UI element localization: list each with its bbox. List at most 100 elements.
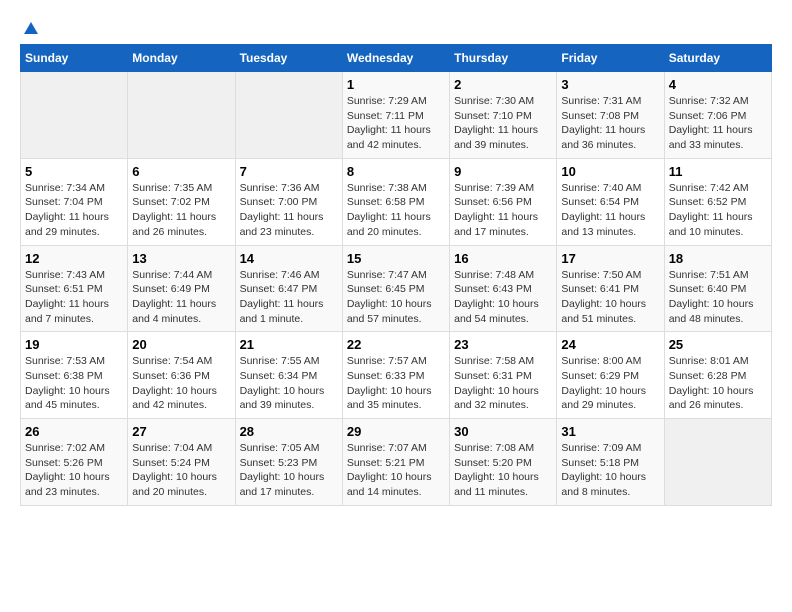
- day-info: Sunrise: 7:31 AM Sunset: 7:08 PM Dayligh…: [561, 94, 659, 153]
- day-number: 15: [347, 251, 445, 266]
- calendar-week-row: 1 Sunrise: 7:29 AM Sunset: 7:11 PM Daylig…: [21, 72, 772, 159]
- day-number: 2: [454, 77, 552, 92]
- calendar-day-cell: 19Sunrise: 7:53 AM Sunset: 6:38 PM Dayli…: [21, 332, 128, 419]
- day-number: 3: [561, 77, 659, 92]
- calendar-day-cell: 26 Sunrise: 7:02 AM Sunset: 5:26 PM Dayli…: [21, 419, 128, 506]
- calendar-day-cell: 14Sunrise: 7:46 AM Sunset: 6:47 PM Dayli…: [235, 245, 342, 332]
- day-number: 10: [561, 164, 659, 179]
- weekday-header-row: SundayMondayTuesdayWednesdayThursdayFrid…: [21, 45, 772, 72]
- calendar-week-row: 19Sunrise: 7:53 AM Sunset: 6:38 PM Dayli…: [21, 332, 772, 419]
- calendar-day-cell: 18Sunrise: 7:51 AM Sunset: 6:40 PM Dayli…: [664, 245, 771, 332]
- calendar-day-cell: 31 Sunrise: 7:09 AM Sunset: 5:18 PM Dayli…: [557, 419, 664, 506]
- day-info: Sunrise: 7:54 AM Sunset: 6:36 PM Dayligh…: [132, 354, 230, 413]
- logo: [20, 20, 40, 34]
- day-number: 30: [454, 424, 552, 439]
- weekday-header-friday: Friday: [557, 45, 664, 72]
- calendar-day-cell: 28 Sunrise: 7:05 AM Sunset: 5:23 PM Dayli…: [235, 419, 342, 506]
- calendar-day-cell: 7 Sunrise: 7:36 AM Sunset: 7:00 PM Daylig…: [235, 158, 342, 245]
- calendar-day-cell: 9 Sunrise: 7:39 AM Sunset: 6:56 PM Daylig…: [450, 158, 557, 245]
- day-number: 27: [132, 424, 230, 439]
- day-number: 9: [454, 164, 552, 179]
- calendar-day-cell: [128, 72, 235, 159]
- day-number: 28: [240, 424, 338, 439]
- day-info: Sunrise: 7:48 AM Sunset: 6:43 PM Dayligh…: [454, 268, 552, 327]
- day-info: Sunrise: 8:01 AM Sunset: 6:28 PM Dayligh…: [669, 354, 767, 413]
- day-info: Sunrise: 7:34 AM Sunset: 7:04 PM Dayligh…: [25, 181, 123, 240]
- calendar-day-cell: 13 Sunrise: 7:44 AM Sunset: 6:49 PM Dayli…: [128, 245, 235, 332]
- day-info: Sunrise: 7:42 AM Sunset: 6:52 PM Dayligh…: [669, 181, 767, 240]
- calendar-day-cell: 29 Sunrise: 7:07 AM Sunset: 5:21 PM Dayli…: [342, 419, 449, 506]
- day-info: Sunrise: 7:04 AM Sunset: 5:24 PM Dayligh…: [132, 441, 230, 500]
- day-info: Sunrise: 7:50 AM Sunset: 6:41 PM Dayligh…: [561, 268, 659, 327]
- day-info: Sunrise: 7:08 AM Sunset: 5:20 PM Dayligh…: [454, 441, 552, 500]
- calendar-day-cell: 17 Sunrise: 7:50 AM Sunset: 6:41 PM Dayli…: [557, 245, 664, 332]
- calendar-day-cell: 12 Sunrise: 7:43 AM Sunset: 6:51 PM Dayli…: [21, 245, 128, 332]
- day-number: 31: [561, 424, 659, 439]
- calendar-day-cell: [235, 72, 342, 159]
- day-number: 13: [132, 251, 230, 266]
- calendar-day-cell: [664, 419, 771, 506]
- day-info: Sunrise: 7:39 AM Sunset: 6:56 PM Dayligh…: [454, 181, 552, 240]
- calendar-day-cell: 1 Sunrise: 7:29 AM Sunset: 7:11 PM Daylig…: [342, 72, 449, 159]
- day-number: 24: [561, 337, 659, 352]
- day-info: Sunrise: 7:53 AM Sunset: 6:38 PM Dayligh…: [25, 354, 123, 413]
- logo-icon: [22, 20, 40, 38]
- calendar-day-cell: 25 Sunrise: 8:01 AM Sunset: 6:28 PM Dayli…: [664, 332, 771, 419]
- calendar-day-cell: 27 Sunrise: 7:04 AM Sunset: 5:24 PM Dayli…: [128, 419, 235, 506]
- day-info: Sunrise: 7:05 AM Sunset: 5:23 PM Dayligh…: [240, 441, 338, 500]
- day-info: Sunrise: 7:51 AM Sunset: 6:40 PM Dayligh…: [669, 268, 767, 327]
- day-info: Sunrise: 7:44 AM Sunset: 6:49 PM Dayligh…: [132, 268, 230, 327]
- day-info: Sunrise: 7:09 AM Sunset: 5:18 PM Dayligh…: [561, 441, 659, 500]
- calendar-day-cell: [21, 72, 128, 159]
- day-number: 1: [347, 77, 445, 92]
- day-info: Sunrise: 7:30 AM Sunset: 7:10 PM Dayligh…: [454, 94, 552, 153]
- day-number: 25: [669, 337, 767, 352]
- day-number: 17: [561, 251, 659, 266]
- day-number: 16: [454, 251, 552, 266]
- day-info: Sunrise: 7:55 AM Sunset: 6:34 PM Dayligh…: [240, 354, 338, 413]
- day-info: Sunrise: 7:38 AM Sunset: 6:58 PM Dayligh…: [347, 181, 445, 240]
- calendar-day-cell: 2 Sunrise: 7:30 AM Sunset: 7:10 PM Daylig…: [450, 72, 557, 159]
- calendar-week-row: 26 Sunrise: 7:02 AM Sunset: 5:26 PM Dayli…: [21, 419, 772, 506]
- day-info: Sunrise: 7:07 AM Sunset: 5:21 PM Dayligh…: [347, 441, 445, 500]
- weekday-header-thursday: Thursday: [450, 45, 557, 72]
- day-number: 26: [25, 424, 123, 439]
- day-number: 21: [240, 337, 338, 352]
- day-info: Sunrise: 7:36 AM Sunset: 7:00 PM Dayligh…: [240, 181, 338, 240]
- page-header: [20, 20, 772, 34]
- calendar-day-cell: 21 Sunrise: 7:55 AM Sunset: 6:34 PM Dayli…: [235, 332, 342, 419]
- calendar-table: SundayMondayTuesdayWednesdayThursdayFrid…: [20, 44, 772, 506]
- weekday-header-wednesday: Wednesday: [342, 45, 449, 72]
- day-info: Sunrise: 7:29 AM Sunset: 7:11 PM Dayligh…: [347, 94, 445, 153]
- weekday-header-saturday: Saturday: [664, 45, 771, 72]
- day-number: 4: [669, 77, 767, 92]
- calendar-day-cell: 10 Sunrise: 7:40 AM Sunset: 6:54 PM Dayli…: [557, 158, 664, 245]
- calendar-day-cell: 23Sunrise: 7:58 AM Sunset: 6:31 PM Dayli…: [450, 332, 557, 419]
- calendar-day-cell: 24Sunrise: 8:00 AM Sunset: 6:29 PM Dayli…: [557, 332, 664, 419]
- calendar-day-cell: 8 Sunrise: 7:38 AM Sunset: 6:58 PM Daylig…: [342, 158, 449, 245]
- day-number: 7: [240, 164, 338, 179]
- day-info: Sunrise: 7:57 AM Sunset: 6:33 PM Dayligh…: [347, 354, 445, 413]
- day-number: 22: [347, 337, 445, 352]
- calendar-day-cell: 5 Sunrise: 7:34 AM Sunset: 7:04 PM Daylig…: [21, 158, 128, 245]
- day-info: Sunrise: 7:32 AM Sunset: 7:06 PM Dayligh…: [669, 94, 767, 153]
- day-number: 8: [347, 164, 445, 179]
- day-info: Sunrise: 7:02 AM Sunset: 5:26 PM Dayligh…: [25, 441, 123, 500]
- day-number: 29: [347, 424, 445, 439]
- day-info: Sunrise: 7:40 AM Sunset: 6:54 PM Dayligh…: [561, 181, 659, 240]
- weekday-header-sunday: Sunday: [21, 45, 128, 72]
- calendar-day-cell: 20 Sunrise: 7:54 AM Sunset: 6:36 PM Dayli…: [128, 332, 235, 419]
- calendar-day-cell: 30 Sunrise: 7:08 AM Sunset: 5:20 PM Dayli…: [450, 419, 557, 506]
- day-number: 5: [25, 164, 123, 179]
- day-number: 14: [240, 251, 338, 266]
- day-info: Sunrise: 7:35 AM Sunset: 7:02 PM Dayligh…: [132, 181, 230, 240]
- weekday-header-tuesday: Tuesday: [235, 45, 342, 72]
- calendar-week-row: 12 Sunrise: 7:43 AM Sunset: 6:51 PM Dayli…: [21, 245, 772, 332]
- calendar-day-cell: 11Sunrise: 7:42 AM Sunset: 6:52 PM Dayli…: [664, 158, 771, 245]
- day-info: Sunrise: 7:47 AM Sunset: 6:45 PM Dayligh…: [347, 268, 445, 327]
- calendar-day-cell: 16 Sunrise: 7:48 AM Sunset: 6:43 PM Dayli…: [450, 245, 557, 332]
- calendar-day-cell: 6Sunrise: 7:35 AM Sunset: 7:02 PM Daylig…: [128, 158, 235, 245]
- day-number: 20: [132, 337, 230, 352]
- day-number: 12: [25, 251, 123, 266]
- day-info: Sunrise: 7:43 AM Sunset: 6:51 PM Dayligh…: [25, 268, 123, 327]
